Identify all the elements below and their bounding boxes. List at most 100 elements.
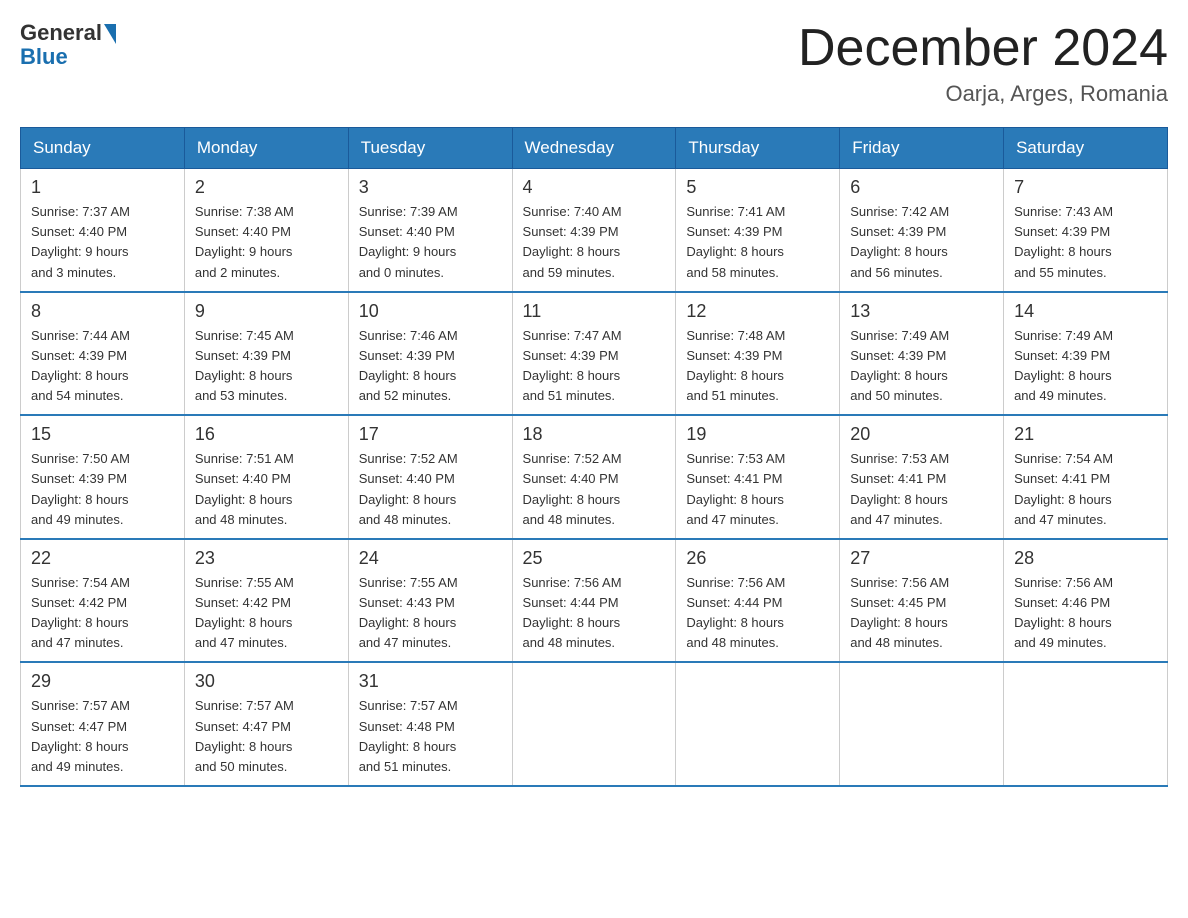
day-info: Sunrise: 7:39 AMSunset: 4:40 PMDaylight:… xyxy=(359,202,502,283)
table-row: 16 Sunrise: 7:51 AMSunset: 4:40 PMDaylig… xyxy=(184,415,348,539)
day-info: Sunrise: 7:56 AMSunset: 4:44 PMDaylight:… xyxy=(686,573,829,654)
table-row: 27 Sunrise: 7:56 AMSunset: 4:45 PMDaylig… xyxy=(840,539,1004,663)
table-row: 22 Sunrise: 7:54 AMSunset: 4:42 PMDaylig… xyxy=(21,539,185,663)
col-thursday: Thursday xyxy=(676,128,840,169)
day-info: Sunrise: 7:49 AMSunset: 4:39 PMDaylight:… xyxy=(1014,326,1157,407)
day-number: 1 xyxy=(31,177,174,198)
col-sunday: Sunday xyxy=(21,128,185,169)
day-info: Sunrise: 7:40 AMSunset: 4:39 PMDaylight:… xyxy=(523,202,666,283)
day-number: 6 xyxy=(850,177,993,198)
day-info: Sunrise: 7:56 AMSunset: 4:46 PMDaylight:… xyxy=(1014,573,1157,654)
day-number: 31 xyxy=(359,671,502,692)
col-friday: Friday xyxy=(840,128,1004,169)
day-info: Sunrise: 7:42 AMSunset: 4:39 PMDaylight:… xyxy=(850,202,993,283)
day-info: Sunrise: 7:55 AMSunset: 4:43 PMDaylight:… xyxy=(359,573,502,654)
table-row: 20 Sunrise: 7:53 AMSunset: 4:41 PMDaylig… xyxy=(840,415,1004,539)
col-saturday: Saturday xyxy=(1004,128,1168,169)
day-info: Sunrise: 7:37 AMSunset: 4:40 PMDaylight:… xyxy=(31,202,174,283)
col-tuesday: Tuesday xyxy=(348,128,512,169)
day-info: Sunrise: 7:45 AMSunset: 4:39 PMDaylight:… xyxy=(195,326,338,407)
day-number: 7 xyxy=(1014,177,1157,198)
calendar-header: Sunday Monday Tuesday Wednesday Thursday… xyxy=(21,128,1168,169)
table-row: 15 Sunrise: 7:50 AMSunset: 4:39 PMDaylig… xyxy=(21,415,185,539)
table-row: 13 Sunrise: 7:49 AMSunset: 4:39 PMDaylig… xyxy=(840,292,1004,416)
day-info: Sunrise: 7:50 AMSunset: 4:39 PMDaylight:… xyxy=(31,449,174,530)
day-number: 17 xyxy=(359,424,502,445)
day-number: 21 xyxy=(1014,424,1157,445)
table-row: 31 Sunrise: 7:57 AMSunset: 4:48 PMDaylig… xyxy=(348,662,512,786)
day-info: Sunrise: 7:57 AMSunset: 4:48 PMDaylight:… xyxy=(359,696,502,777)
page-header: General Blue December 2024 Oarja, Arges,… xyxy=(20,20,1168,107)
day-number: 13 xyxy=(850,301,993,322)
day-number: 25 xyxy=(523,548,666,569)
day-info: Sunrise: 7:56 AMSunset: 4:45 PMDaylight:… xyxy=(850,573,993,654)
table-row: 10 Sunrise: 7:46 AMSunset: 4:39 PMDaylig… xyxy=(348,292,512,416)
day-info: Sunrise: 7:52 AMSunset: 4:40 PMDaylight:… xyxy=(523,449,666,530)
day-number: 4 xyxy=(523,177,666,198)
day-number: 16 xyxy=(195,424,338,445)
logo: General Blue xyxy=(20,20,116,70)
logo-blue-text: Blue xyxy=(20,44,68,70)
table-row: 5 Sunrise: 7:41 AMSunset: 4:39 PMDayligh… xyxy=(676,169,840,292)
day-number: 11 xyxy=(523,301,666,322)
day-number: 12 xyxy=(686,301,829,322)
day-info: Sunrise: 7:47 AMSunset: 4:39 PMDaylight:… xyxy=(523,326,666,407)
day-number: 3 xyxy=(359,177,502,198)
day-number: 26 xyxy=(686,548,829,569)
day-info: Sunrise: 7:57 AMSunset: 4:47 PMDaylight:… xyxy=(195,696,338,777)
table-row xyxy=(1004,662,1168,786)
table-row: 29 Sunrise: 7:57 AMSunset: 4:47 PMDaylig… xyxy=(21,662,185,786)
table-row: 12 Sunrise: 7:48 AMSunset: 4:39 PMDaylig… xyxy=(676,292,840,416)
day-info: Sunrise: 7:41 AMSunset: 4:39 PMDaylight:… xyxy=(686,202,829,283)
calendar-table: Sunday Monday Tuesday Wednesday Thursday… xyxy=(20,127,1168,787)
table-row xyxy=(840,662,1004,786)
day-number: 18 xyxy=(523,424,666,445)
day-number: 29 xyxy=(31,671,174,692)
table-row: 11 Sunrise: 7:47 AMSunset: 4:39 PMDaylig… xyxy=(512,292,676,416)
table-row: 1 Sunrise: 7:37 AMSunset: 4:40 PMDayligh… xyxy=(21,169,185,292)
table-row: 2 Sunrise: 7:38 AMSunset: 4:40 PMDayligh… xyxy=(184,169,348,292)
table-row: 17 Sunrise: 7:52 AMSunset: 4:40 PMDaylig… xyxy=(348,415,512,539)
day-number: 20 xyxy=(850,424,993,445)
day-info: Sunrise: 7:57 AMSunset: 4:47 PMDaylight:… xyxy=(31,696,174,777)
day-number: 2 xyxy=(195,177,338,198)
day-info: Sunrise: 7:49 AMSunset: 4:39 PMDaylight:… xyxy=(850,326,993,407)
day-number: 14 xyxy=(1014,301,1157,322)
day-info: Sunrise: 7:55 AMSunset: 4:42 PMDaylight:… xyxy=(195,573,338,654)
day-info: Sunrise: 7:43 AMSunset: 4:39 PMDaylight:… xyxy=(1014,202,1157,283)
col-wednesday: Wednesday xyxy=(512,128,676,169)
table-row: 4 Sunrise: 7:40 AMSunset: 4:39 PMDayligh… xyxy=(512,169,676,292)
logo-general-text: General xyxy=(20,20,102,46)
day-number: 28 xyxy=(1014,548,1157,569)
day-info: Sunrise: 7:56 AMSunset: 4:44 PMDaylight:… xyxy=(523,573,666,654)
day-info: Sunrise: 7:53 AMSunset: 4:41 PMDaylight:… xyxy=(850,449,993,530)
day-number: 9 xyxy=(195,301,338,322)
table-row: 30 Sunrise: 7:57 AMSunset: 4:47 PMDaylig… xyxy=(184,662,348,786)
table-row xyxy=(512,662,676,786)
table-row: 6 Sunrise: 7:42 AMSunset: 4:39 PMDayligh… xyxy=(840,169,1004,292)
table-row: 9 Sunrise: 7:45 AMSunset: 4:39 PMDayligh… xyxy=(184,292,348,416)
day-info: Sunrise: 7:54 AMSunset: 4:42 PMDaylight:… xyxy=(31,573,174,654)
day-number: 27 xyxy=(850,548,993,569)
day-info: Sunrise: 7:46 AMSunset: 4:39 PMDaylight:… xyxy=(359,326,502,407)
day-number: 10 xyxy=(359,301,502,322)
table-row: 3 Sunrise: 7:39 AMSunset: 4:40 PMDayligh… xyxy=(348,169,512,292)
month-title: December 2024 xyxy=(798,20,1168,77)
day-info: Sunrise: 7:38 AMSunset: 4:40 PMDaylight:… xyxy=(195,202,338,283)
calendar-body: 1 Sunrise: 7:37 AMSunset: 4:40 PMDayligh… xyxy=(21,169,1168,786)
title-section: December 2024 Oarja, Arges, Romania xyxy=(798,20,1168,107)
day-number: 5 xyxy=(686,177,829,198)
table-row: 8 Sunrise: 7:44 AMSunset: 4:39 PMDayligh… xyxy=(21,292,185,416)
day-info: Sunrise: 7:44 AMSunset: 4:39 PMDaylight:… xyxy=(31,326,174,407)
logo-triangle-icon xyxy=(104,24,116,44)
table-row xyxy=(676,662,840,786)
table-row: 24 Sunrise: 7:55 AMSunset: 4:43 PMDaylig… xyxy=(348,539,512,663)
day-info: Sunrise: 7:48 AMSunset: 4:39 PMDaylight:… xyxy=(686,326,829,407)
table-row: 18 Sunrise: 7:52 AMSunset: 4:40 PMDaylig… xyxy=(512,415,676,539)
day-number: 23 xyxy=(195,548,338,569)
table-row: 19 Sunrise: 7:53 AMSunset: 4:41 PMDaylig… xyxy=(676,415,840,539)
day-number: 15 xyxy=(31,424,174,445)
day-number: 30 xyxy=(195,671,338,692)
day-info: Sunrise: 7:52 AMSunset: 4:40 PMDaylight:… xyxy=(359,449,502,530)
table-row: 21 Sunrise: 7:54 AMSunset: 4:41 PMDaylig… xyxy=(1004,415,1168,539)
